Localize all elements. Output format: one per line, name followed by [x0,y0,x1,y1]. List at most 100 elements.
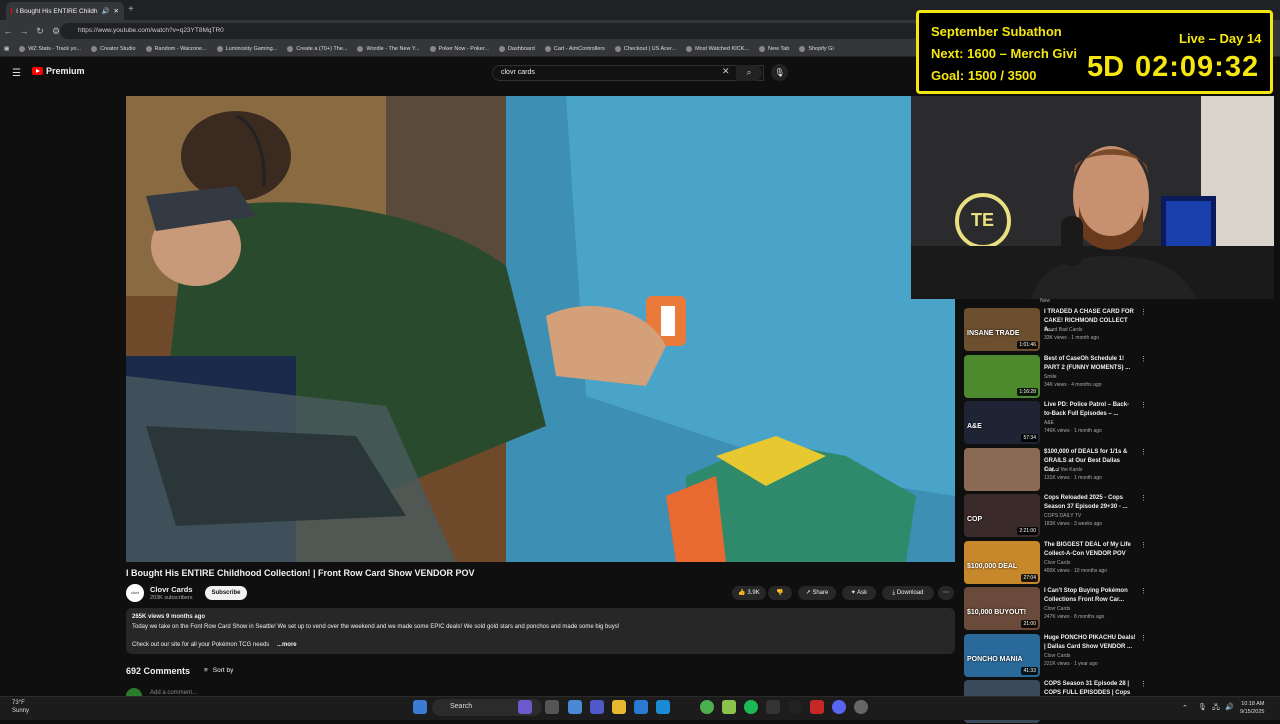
video-thumbnail[interactable]: 1:16:28 [964,354,1040,398]
teams-icon[interactable] [590,700,604,714]
related-video-item[interactable]: A&E 57:34 Live PD: Police Patrol – Back- t… [964,401,1147,445]
description-box[interactable]: 265K views 9 months ago Today we take on… [126,608,955,654]
related-video-title[interactable]: The BIGGEST DEAL of My Life Collect-A-Co… [1044,541,1136,559]
related-video-title[interactable]: Huge PONCHO PIKACHU Deals! | Dallas Card… [1044,634,1136,652]
start-icon[interactable] [413,700,427,714]
more-options-icon[interactable]: ⋮ [1140,308,1147,316]
bookmark-item[interactable]: Shopify Gi [799,46,834,52]
channel-name[interactable]: Clovr Cards [150,585,193,594]
related-video-item[interactable]: $100,000 of DEALS for 1/1s & GRAILS at O… [964,447,1147,492]
chrome-icon[interactable] [700,700,714,714]
bookmark-item[interactable]: Most Watched KICK... [686,46,749,52]
bookmark-item[interactable]: Random - Warzone... [145,46,207,52]
more-actions-button[interactable]: ⋯ [938,586,954,600]
dislike-button[interactable]: 👎 [768,586,792,600]
weather-widget[interactable]: 73°F Sunny [12,699,29,715]
app-icon[interactable] [810,700,824,714]
back-icon[interactable]: ← [0,26,16,36]
system-clock[interactable]: 10:18 AM 9/15/2025 [1240,700,1264,716]
spotify-icon[interactable] [744,700,758,714]
edge-icon[interactable] [656,700,670,714]
clear-search-icon[interactable]: ✕ [722,66,730,77]
share-button[interactable]: ↗ Share [798,586,836,600]
related-video-channel[interactable]: Clovr Cards [1044,560,1070,566]
bookmark-item[interactable]: Create a (70+) The... [287,46,347,52]
related-video-title[interactable]: Best of CaseOh Schedule 1! PART 2 (FUNNY… [1044,355,1136,373]
new-tab-icon[interactable]: + [128,4,134,15]
close-tab-icon[interactable]: ✕ [114,7,119,15]
related-video-title[interactable]: Cops Reloaded 2025 - Cops Season 37 Epis… [1044,494,1136,512]
like-button[interactable]: 👍 3.9K [732,586,766,600]
related-video-channel[interactable]: Clovr Cards [1044,653,1070,659]
voice-search-icon[interactable]: 🎙 [771,64,788,81]
youtube-logo[interactable]: Premium [32,66,85,76]
outlook-icon[interactable] [634,700,648,714]
related-video-item[interactable]: $100,000 DEAL 27:04 The BIGGEST DEAL of My… [964,540,1147,585]
related-video-item[interactable]: 1:16:28 Best of CaseOh Schedule 1! PART 2… [964,354,1147,399]
video-thumbnail[interactable]: INSANE TRADE 1:01:46 [964,308,1040,351]
more-options-icon[interactable]: ⋮ [1140,448,1147,456]
bookmark-item[interactable]: Checkout | US Acer... [614,46,676,52]
terminal-icon[interactable] [766,700,780,714]
related-video-channel[interactable]: COPS DAILY TV [1044,513,1081,519]
speaker-icon[interactable]: 🔊 [101,7,109,15]
related-video-title[interactable]: Live PD: Police Patrol – Back- to-Back F… [1044,401,1136,419]
bookmark-item[interactable]: Cart - AimControllers [544,46,605,52]
subscribe-button[interactable]: Subscribe [205,586,247,600]
mic-tray-icon[interactable]: 🎙 [1198,703,1207,711]
copilot-icon[interactable] [568,700,582,714]
related-video-item[interactable]: PONCHO MANIA 41:33 Huge PONCHO PIKACHU Dea… [964,633,1147,678]
bookmark-item[interactable]: Luminosity Gaming... [216,46,277,52]
more-options-icon[interactable]: ⋮ [1140,355,1147,363]
bookmark-item[interactable]: WZ Stats - Track yo... [19,46,81,52]
settings-icon[interactable] [854,700,868,714]
more-options-icon[interactable]: ⋮ [1140,587,1147,595]
video-thumbnail[interactable]: $10,000 BUYOUT! 21:00 [964,587,1040,630]
related-video-channel[interactable]: Beard Bad Cards [1044,327,1082,333]
reload-icon[interactable]: ↻ [32,26,48,37]
tray-chevron-icon[interactable]: ⌃ [1182,704,1188,712]
related-video-item[interactable]: INSANE TRADE 1:01:46 I TRADED A CHASE CARD… [964,308,1147,352]
related-video-channel[interactable]: Smile [1044,374,1057,380]
video-thumbnail[interactable]: PONCHO MANIA 41:33 [964,633,1040,677]
sort-comments-button[interactable]: ≡ Sort by [204,667,233,674]
video-thumbnail[interactable]: $100,000 DEAL 27:04 [964,540,1040,584]
ask-button[interactable]: ✦ Ask [842,586,876,600]
browser-tab[interactable]: I Bought His ENTIRE Childh 🔊 ✕ [6,2,124,20]
bookmark-item[interactable]: Wordle - The New Y... [357,46,420,52]
bookmark-item[interactable]: ▦ [4,46,9,52]
file-explorer-icon[interactable] [612,700,626,714]
related-video-channel[interactable]: Clovr Cards [1044,606,1070,612]
bookmark-item[interactable]: Creator Studio [91,46,136,52]
network-icon[interactable]: 🖧 [1212,703,1220,714]
more-options-icon[interactable]: ⋮ [1140,494,1147,502]
obs-icon[interactable] [788,700,802,714]
channel-avatar[interactable]: clovr [126,584,144,602]
related-video-channel[interactable]: A&E [1044,420,1054,426]
bookmark-item[interactable]: New Tab [759,46,789,52]
video-thumbnail[interactable]: COP 2:21:00 [964,494,1040,537]
forward-icon[interactable]: → [16,26,32,36]
related-video-title[interactable]: I Can't Stop Buying Pokémon Collections … [1044,587,1136,605]
volume-icon[interactable]: 🔊 [1225,703,1234,711]
bookmark-item[interactable]: Dashboard [498,46,535,52]
desktop-icon[interactable] [545,700,559,714]
hamburger-menu-icon[interactable]: ☰ [12,68,21,79]
download-button[interactable]: ⤓ Download [882,586,934,600]
related-video-item[interactable]: $10,000 BUYOUT! 21:00 I Can't Stop Buying … [964,587,1147,631]
related-video-item[interactable]: COP 2:21:00 Cops Reloaded 2025 - Cops Seas… [964,494,1147,538]
more-options-icon[interactable]: ⋮ [1140,541,1147,549]
task-view-icon[interactable] [518,700,532,714]
discord-icon[interactable] [832,700,846,714]
show-more-link[interactable]: ...more [277,642,297,648]
app-icon[interactable] [722,700,736,714]
url-field[interactable]: https://www.youtube.com/watch?v=q23YT8Mq… [60,23,920,39]
more-options-icon[interactable]: ⋮ [1140,401,1147,409]
search-button[interactable]: ⌕ [736,65,762,81]
more-options-icon[interactable]: ⋮ [1140,680,1147,688]
video-thumbnail[interactable] [964,447,1040,491]
video-thumbnail[interactable]: A&E 57:34 [964,401,1040,444]
related-video-channel[interactable]: King of the Kards [1044,467,1082,473]
bookmark-item[interactable]: Poker Now - Poker... [429,46,489,52]
video-player[interactable] [126,96,955,562]
